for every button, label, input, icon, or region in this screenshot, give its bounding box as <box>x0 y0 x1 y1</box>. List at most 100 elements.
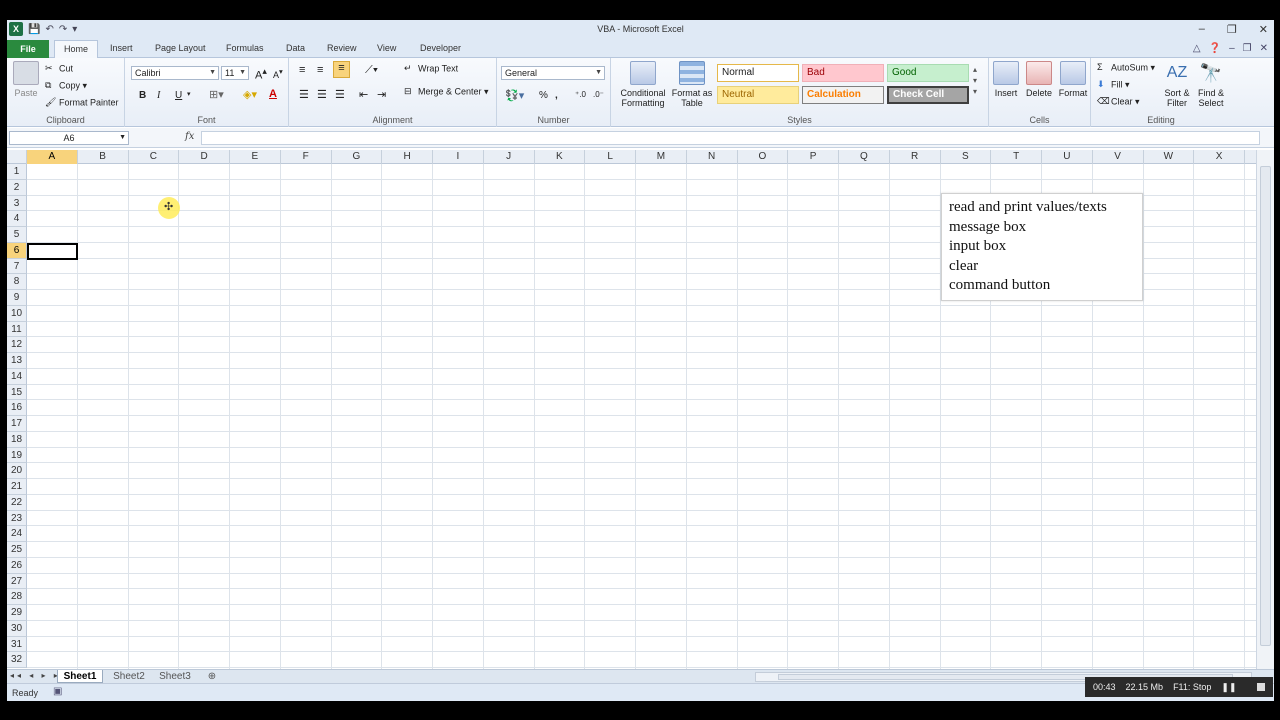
row-header[interactable]: 16 <box>7 400 27 416</box>
insert-cells-button[interactable]: Insert <box>991 61 1021 98</box>
insert-function-icon[interactable]: fx <box>185 131 194 142</box>
formula-input[interactable] <box>201 131 1260 145</box>
row-header[interactable]: 29 <box>7 605 27 621</box>
row-header[interactable]: 10 <box>7 305 27 322</box>
column-header[interactable]: R <box>890 150 941 164</box>
column-header[interactable]: G <box>332 150 383 164</box>
macro-record-icon[interactable]: ▣ <box>53 686 62 697</box>
row-header[interactable]: 21 <box>7 479 27 495</box>
orientation-icon[interactable]: ⟋▾ <box>365 64 378 77</box>
style-good[interactable]: Good <box>887 64 969 82</box>
style-bad[interactable]: Bad <box>802 64 884 82</box>
minimize-icon[interactable]: – <box>1199 23 1205 36</box>
row-header[interactable]: 22 <box>7 494 27 511</box>
font-name-select[interactable]: Calibri ▼ <box>131 66 219 80</box>
pause-icon[interactable]: ❚❚ <box>1221 682 1236 693</box>
column-header[interactable]: X <box>1194 150 1245 164</box>
align-bottom-icon[interactable]: ≡ <box>333 61 350 78</box>
column-header[interactable]: U <box>1042 150 1093 164</box>
wrap-text-button[interactable]: ↵ Wrap Text <box>404 63 458 75</box>
delete-cells-button[interactable]: Delete <box>1023 61 1055 98</box>
increase-decimal-icon[interactable]: ⁺.0 <box>575 90 586 99</box>
bold-button[interactable]: B <box>139 90 146 101</box>
align-left-icon[interactable]: ☰ <box>299 88 309 101</box>
stop-icon[interactable] <box>1257 683 1265 691</box>
align-center-icon[interactable]: ☰ <box>317 88 327 101</box>
workbook-restore-icon[interactable]: ❐ <box>1243 43 1252 54</box>
number-format-select[interactable]: General ▼ <box>501 66 605 80</box>
column-header[interactable]: E <box>230 150 281 164</box>
row-header[interactable]: 8 <box>7 274 27 290</box>
column-header[interactable]: H <box>382 150 433 164</box>
row-header[interactable]: 23 <box>7 510 27 527</box>
comma-button[interactable]: , <box>555 90 558 101</box>
row-header[interactable]: 5 <box>7 227 27 243</box>
format-cells-button[interactable]: Format <box>1057 61 1089 98</box>
workbook-close-icon[interactable]: ✕ <box>1260 43 1268 54</box>
tab-file[interactable]: File <box>7 40 49 58</box>
name-box[interactable]: A6 ▼ <box>9 131 129 145</box>
row-header[interactable]: 30 <box>7 620 27 637</box>
percent-button[interactable]: % <box>539 90 548 101</box>
align-middle-icon[interactable]: ≡ <box>317 64 323 76</box>
column-header[interactable]: I <box>433 150 484 164</box>
currency-icon[interactable]: 💱▾ <box>505 89 524 102</box>
paste-button[interactable]: Paste <box>11 61 41 98</box>
tab-data[interactable]: Data <box>286 43 305 53</box>
decrease-decimal-icon[interactable]: .0⁻ <box>593 90 604 99</box>
row-header[interactable]: 1 <box>7 164 27 180</box>
help-icon[interactable]: ❓ <box>1209 43 1221 54</box>
row-header[interactable]: 25 <box>7 542 27 558</box>
column-header[interactable]: F <box>281 150 332 164</box>
style-calculation[interactable]: Calculation <box>802 86 884 104</box>
styles-scroll-icon[interactable]: ▴ ▾ ▾ <box>973 64 977 97</box>
underline-dropdown-icon[interactable]: ▾ <box>187 90 191 98</box>
row-header[interactable]: 12 <box>7 337 27 353</box>
vertical-scrollbar[interactable] <box>1256 150 1274 669</box>
tab-view[interactable]: View <box>377 43 396 53</box>
column-header[interactable]: C <box>129 150 180 164</box>
clear-button[interactable]: ⌫Clear ▾ <box>1097 96 1140 108</box>
column-header[interactable]: V <box>1093 150 1144 164</box>
row-header[interactable]: 18 <box>7 431 27 448</box>
vertical-scroll-thumb[interactable] <box>1260 166 1271 646</box>
column-header[interactable]: A <box>27 150 78 164</box>
grow-font-icon[interactable]: A▴ <box>255 66 267 82</box>
column-header[interactable]: Q <box>839 150 890 164</box>
italic-button[interactable]: I <box>157 90 160 101</box>
format-painter-button[interactable]: 🖌 Format Painter <box>45 97 119 109</box>
worksheet-grid[interactable]: ABCDEFGHIJKLMNOPQRSTUVWX 1 2 3 4 5 6 7 8 9 10 11 12… <box>7 150 1256 669</box>
column-header[interactable]: O <box>738 150 789 164</box>
restore-icon[interactable]: ❐ <box>1227 23 1237 36</box>
merge-center-button[interactable]: ⊟ Merge & Center ▾ <box>404 86 489 98</box>
workbook-minimize-icon[interactable]: – <box>1229 43 1235 54</box>
row-header[interactable]: 27 <box>7 573 27 590</box>
select-all-corner[interactable] <box>7 150 27 164</box>
column-header[interactable]: M <box>636 150 687 164</box>
column-header[interactable]: W <box>1144 150 1195 164</box>
minimize-ribbon-icon[interactable]: △ <box>1193 43 1201 54</box>
row-header[interactable]: 13 <box>7 353 27 369</box>
notes-textbox[interactable]: read and print values/texts message box in… <box>941 193 1143 301</box>
row-header[interactable]: 15 <box>7 384 27 401</box>
font-size-select[interactable]: 11 ▼ <box>221 66 249 80</box>
column-header[interactable]: S <box>941 150 992 164</box>
underline-button[interactable]: U <box>175 90 182 101</box>
column-header[interactable]: B <box>78 150 129 164</box>
copy-button[interactable]: ⧉ Copy ▾ <box>45 80 87 92</box>
column-header[interactable]: T <box>991 150 1042 164</box>
row-header[interactable]: 7 <box>7 258 27 275</box>
row-header[interactable]: 28 <box>7 589 27 605</box>
row-header[interactable]: 31 <box>7 636 27 653</box>
row-header[interactable]: 11 <box>7 321 27 338</box>
close-icon[interactable]: ✕ <box>1259 23 1268 36</box>
row-header[interactable]: 14 <box>7 368 27 385</box>
increase-indent-icon[interactable]: ⇥ <box>377 88 386 101</box>
style-check-cell[interactable]: Check Cell <box>887 86 969 104</box>
cut-button[interactable]: ✂ Cut <box>45 63 73 75</box>
tab-developer[interactable]: Developer <box>420 43 461 53</box>
column-header[interactable]: J <box>484 150 535 164</box>
font-color-icon[interactable]: A <box>269 88 277 100</box>
row-header[interactable]: 20 <box>7 463 27 479</box>
fill-button[interactable]: ⬇ Fill ▾ <box>1097 79 1130 91</box>
